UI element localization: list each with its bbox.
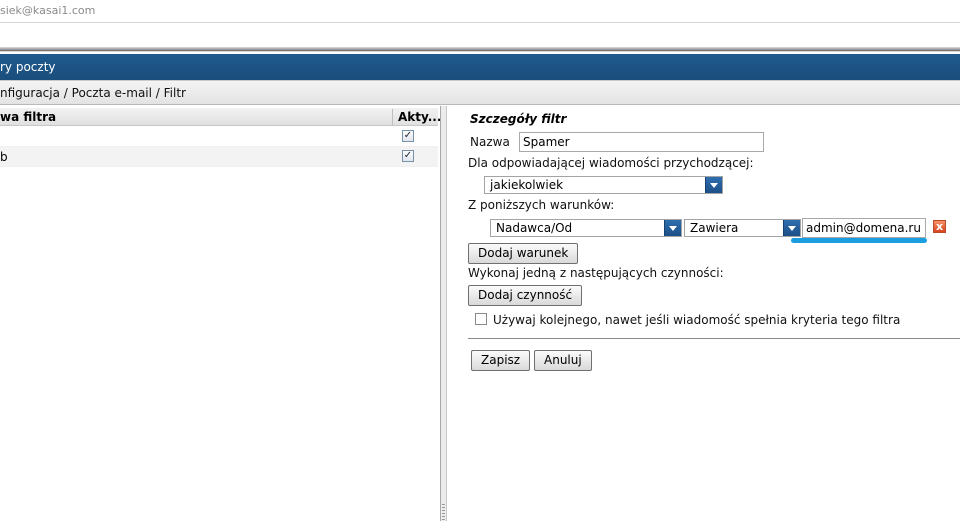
condition-field-value: Nadawca/Od bbox=[496, 221, 573, 235]
save-button[interactable]: Zapisz bbox=[471, 350, 531, 371]
browser-top-area: siek@kasai1.com bbox=[0, 0, 960, 52]
continue-checkbox[interactable] bbox=[475, 313, 487, 325]
condition-value-input[interactable]: admin@domena.ru bbox=[802, 218, 926, 238]
highlight-underline bbox=[791, 238, 927, 243]
filter-name-input[interactable]: Spamer bbox=[519, 132, 764, 152]
match-label: Dla odpowiadającej wiadomości przychodzą… bbox=[468, 156, 754, 170]
add-action-button[interactable]: Dodaj czynność bbox=[468, 285, 583, 306]
filter-list-pane: wa filtra Akty... ✓ b ✓ bbox=[0, 106, 441, 521]
app-titlebar: ry poczty bbox=[0, 54, 960, 80]
condition-operator-value: Zawiera bbox=[690, 221, 739, 235]
top-shadow bbox=[0, 47, 960, 51]
top-separator bbox=[0, 22, 960, 23]
conditions-label: Z poniższych warunków: bbox=[468, 198, 615, 212]
name-label: Nazwa bbox=[470, 135, 510, 149]
continue-checkbox-label: Używaj kolejnego, nawet jeśli wiadomość … bbox=[493, 313, 901, 327]
filter-name: b bbox=[0, 150, 8, 164]
breadcrumb-path: nfiguracja / Poczta e-mail / Filtr bbox=[0, 86, 186, 100]
active-checkbox[interactable]: ✓ bbox=[402, 130, 414, 142]
section-title: Szczegóły filtr bbox=[470, 112, 567, 126]
pane-splitter[interactable] bbox=[440, 106, 447, 521]
form-divider bbox=[468, 338, 960, 339]
condition-field-select[interactable]: Nadawca/Od bbox=[490, 219, 682, 237]
column-separator[interactable] bbox=[392, 109, 393, 125]
chevron-down-icon[interactable] bbox=[705, 177, 722, 193]
chevron-down-icon[interactable] bbox=[783, 220, 800, 236]
chevron-down-icon[interactable] bbox=[664, 220, 681, 236]
filter-table-header: wa filtra Akty... bbox=[0, 108, 441, 126]
table-row[interactable]: ✓ bbox=[0, 127, 438, 147]
match-select[interactable]: jakiekolwiek bbox=[484, 176, 723, 194]
actions-label: Wykonaj jedną z następujących czynności: bbox=[468, 266, 724, 280]
match-select-value: jakiekolwiek bbox=[490, 178, 564, 192]
filter-details-pane: Szczegóły filtr Nazwa Spamer Dla odpowia… bbox=[448, 106, 960, 521]
table-row[interactable]: b ✓ bbox=[0, 147, 438, 167]
app-title: ry poczty bbox=[0, 60, 56, 74]
splitter-grip-icon[interactable] bbox=[442, 504, 445, 521]
add-condition-button[interactable]: Dodaj warunek bbox=[468, 243, 579, 264]
active-checkbox[interactable]: ✓ bbox=[402, 150, 414, 162]
condition-operator-select[interactable]: Zawiera bbox=[684, 219, 801, 237]
column-header-active[interactable]: Akty... bbox=[398, 108, 441, 126]
column-header-name[interactable]: wa filtra bbox=[0, 108, 56, 126]
user-email: siek@kasai1.com bbox=[0, 4, 96, 17]
breadcrumb: nfiguracja / Poczta e-mail / Filtr bbox=[0, 80, 960, 105]
cancel-button[interactable]: Anuluj bbox=[534, 350, 592, 371]
delete-condition-icon[interactable]: x bbox=[933, 220, 946, 233]
